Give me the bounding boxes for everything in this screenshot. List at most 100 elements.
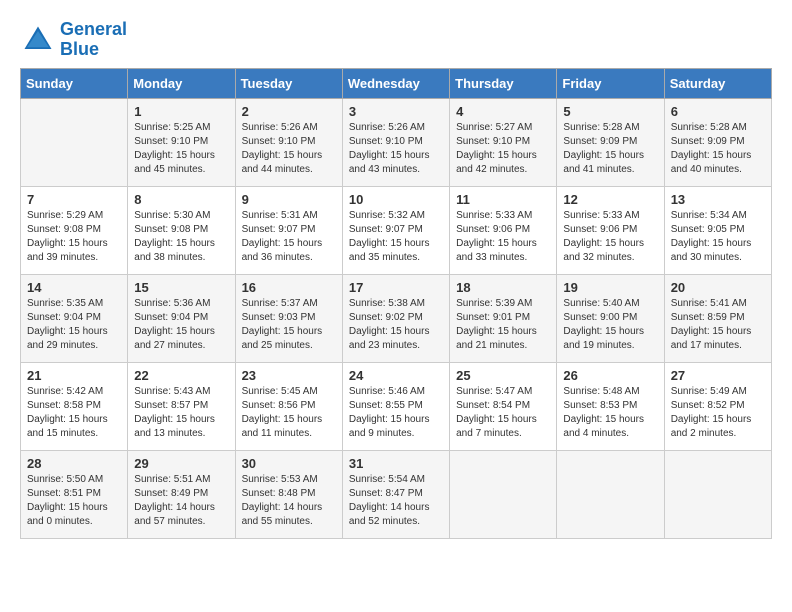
day-number: 22 xyxy=(134,368,228,383)
day-info: Sunrise: 5:28 AM Sunset: 9:09 PM Dayligh… xyxy=(563,121,657,177)
header: General Blue xyxy=(20,20,772,60)
calendar-cell: 23 Sunrise: 5:45 AM Sunset: 8:56 PM Dayli… xyxy=(235,362,342,450)
day-info: Sunrise: 5:42 AM Sunset: 8:58 PM Dayligh… xyxy=(27,385,121,441)
day-info: Sunrise: 5:37 AM Sunset: 9:03 PM Dayligh… xyxy=(242,297,336,353)
day-info: Sunrise: 5:43 AM Sunset: 8:57 PM Dayligh… xyxy=(134,385,228,441)
day-number: 18 xyxy=(456,280,550,295)
calendar-cell: 20 Sunrise: 5:41 AM Sunset: 8:59 PM Dayli… xyxy=(664,274,771,362)
calendar-cell: 28Sunrise: 5:50 AM Sunset: 8:51 PM Dayli… xyxy=(21,450,128,538)
day-number: 29 xyxy=(134,456,228,471)
day-number: 13 xyxy=(671,192,765,207)
calendar-cell: 22 Sunrise: 5:43 AM Sunset: 8:57 PM Dayli… xyxy=(128,362,235,450)
day-number: 24 xyxy=(349,368,443,383)
day-info: Sunrise: 5:25 AM Sunset: 9:10 PM Dayligh… xyxy=(134,121,228,177)
day-info: Sunrise: 5:29 AM Sunset: 9:08 PM Dayligh… xyxy=(27,209,121,265)
day-info: Sunrise: 5:38 AM Sunset: 9:02 PM Dayligh… xyxy=(349,297,443,353)
day-number: 26 xyxy=(563,368,657,383)
day-info: Sunrise: 5:33 AM Sunset: 9:06 PM Dayligh… xyxy=(563,209,657,265)
day-number: 15 xyxy=(134,280,228,295)
day-number: 4 xyxy=(456,104,550,119)
header-thursday: Thursday xyxy=(450,68,557,98)
calendar-cell: 26 Sunrise: 5:48 AM Sunset: 8:53 PM Dayli… xyxy=(557,362,664,450)
calendar-table: SundayMondayTuesdayWednesdayThursdayFrid… xyxy=(20,68,772,539)
day-number: 7 xyxy=(27,192,121,207)
day-number: 31 xyxy=(349,456,443,471)
calendar-cell: 9Sunrise: 5:31 AM Sunset: 9:07 PM Daylig… xyxy=(235,186,342,274)
week-row-3: 14 Sunrise: 5:35 AM Sunset: 9:04 PM Dayli… xyxy=(21,274,772,362)
calendar-cell: 16 Sunrise: 5:37 AM Sunset: 9:03 PM Dayli… xyxy=(235,274,342,362)
header-wednesday: Wednesday xyxy=(342,68,449,98)
calendar-cell: 18 Sunrise: 5:39 AM Sunset: 9:01 PM Dayli… xyxy=(450,274,557,362)
day-number: 20 xyxy=(671,280,765,295)
day-number: 23 xyxy=(242,368,336,383)
day-info: Sunrise: 5:39 AM Sunset: 9:01 PM Dayligh… xyxy=(456,297,550,353)
day-info: Sunrise: 5:26 AM Sunset: 9:10 PM Dayligh… xyxy=(242,121,336,177)
day-number: 2 xyxy=(242,104,336,119)
calendar-cell: 3 Sunrise: 5:26 AM Sunset: 9:10 PM Daylig… xyxy=(342,98,449,186)
calendar-cell: 13Sunrise: 5:34 AM Sunset: 9:05 PM Dayli… xyxy=(664,186,771,274)
day-number: 3 xyxy=(349,104,443,119)
day-info: Sunrise: 5:51 AM Sunset: 8:49 PM Dayligh… xyxy=(134,473,228,529)
calendar-cell: 2 Sunrise: 5:26 AM Sunset: 9:10 PM Daylig… xyxy=(235,98,342,186)
day-info: Sunrise: 5:26 AM Sunset: 9:10 PM Dayligh… xyxy=(349,121,443,177)
day-info: Sunrise: 5:33 AM Sunset: 9:06 PM Dayligh… xyxy=(456,209,550,265)
day-number: 28 xyxy=(27,456,121,471)
day-number: 6 xyxy=(671,104,765,119)
day-number: 10 xyxy=(349,192,443,207)
day-number: 11 xyxy=(456,192,550,207)
calendar-cell: 10 Sunrise: 5:32 AM Sunset: 9:07 PM Dayli… xyxy=(342,186,449,274)
logo: General Blue xyxy=(20,20,127,60)
day-number: 27 xyxy=(671,368,765,383)
calendar-cell: 30 Sunrise: 5:53 AM Sunset: 8:48 PM Dayli… xyxy=(235,450,342,538)
calendar-cell: 12 Sunrise: 5:33 AM Sunset: 9:06 PM Dayli… xyxy=(557,186,664,274)
logo-text: General Blue xyxy=(60,20,127,60)
week-row-2: 7 Sunrise: 5:29 AM Sunset: 9:08 PM Daylig… xyxy=(21,186,772,274)
day-number: 21 xyxy=(27,368,121,383)
calendar-cell: 21 Sunrise: 5:42 AM Sunset: 8:58 PM Dayli… xyxy=(21,362,128,450)
header-sunday: Sunday xyxy=(21,68,128,98)
day-info: Sunrise: 5:41 AM Sunset: 8:59 PM Dayligh… xyxy=(671,297,765,353)
calendar-cell: 5 Sunrise: 5:28 AM Sunset: 9:09 PM Daylig… xyxy=(557,98,664,186)
day-info: Sunrise: 5:49 AM Sunset: 8:52 PM Dayligh… xyxy=(671,385,765,441)
day-number: 1 xyxy=(134,104,228,119)
day-number: 30 xyxy=(242,456,336,471)
calendar-cell: 1 Sunrise: 5:25 AM Sunset: 9:10 PM Daylig… xyxy=(128,98,235,186)
calendar-cell: 29 Sunrise: 5:51 AM Sunset: 8:49 PM Dayli… xyxy=(128,450,235,538)
week-row-4: 21 Sunrise: 5:42 AM Sunset: 8:58 PM Dayli… xyxy=(21,362,772,450)
calendar-cell xyxy=(21,98,128,186)
day-number: 8 xyxy=(134,192,228,207)
calendar-cell: 27 Sunrise: 5:49 AM Sunset: 8:52 PM Dayli… xyxy=(664,362,771,450)
week-row-1: 1 Sunrise: 5:25 AM Sunset: 9:10 PM Daylig… xyxy=(21,98,772,186)
day-info: Sunrise: 5:36 AM Sunset: 9:04 PM Dayligh… xyxy=(134,297,228,353)
week-row-5: 28Sunrise: 5:50 AM Sunset: 8:51 PM Dayli… xyxy=(21,450,772,538)
day-info: Sunrise: 5:53 AM Sunset: 8:48 PM Dayligh… xyxy=(242,473,336,529)
day-info: Sunrise: 5:28 AM Sunset: 9:09 PM Dayligh… xyxy=(671,121,765,177)
calendar-cell xyxy=(664,450,771,538)
day-info: Sunrise: 5:40 AM Sunset: 9:00 PM Dayligh… xyxy=(563,297,657,353)
calendar-cell: 8 Sunrise: 5:30 AM Sunset: 9:08 PM Daylig… xyxy=(128,186,235,274)
day-number: 12 xyxy=(563,192,657,207)
day-info: Sunrise: 5:45 AM Sunset: 8:56 PM Dayligh… xyxy=(242,385,336,441)
calendar-cell: 17 Sunrise: 5:38 AM Sunset: 9:02 PM Dayli… xyxy=(342,274,449,362)
header-row: SundayMondayTuesdayWednesdayThursdayFrid… xyxy=(21,68,772,98)
day-info: Sunrise: 5:32 AM Sunset: 9:07 PM Dayligh… xyxy=(349,209,443,265)
calendar-cell xyxy=(450,450,557,538)
day-info: Sunrise: 5:35 AM Sunset: 9:04 PM Dayligh… xyxy=(27,297,121,353)
day-number: 5 xyxy=(563,104,657,119)
day-number: 14 xyxy=(27,280,121,295)
day-info: Sunrise: 5:46 AM Sunset: 8:55 PM Dayligh… xyxy=(349,385,443,441)
calendar-cell: 19Sunrise: 5:40 AM Sunset: 9:00 PM Dayli… xyxy=(557,274,664,362)
calendar-cell: 15 Sunrise: 5:36 AM Sunset: 9:04 PM Dayli… xyxy=(128,274,235,362)
day-info: Sunrise: 5:54 AM Sunset: 8:47 PM Dayligh… xyxy=(349,473,443,529)
calendar-cell: 7 Sunrise: 5:29 AM Sunset: 9:08 PM Daylig… xyxy=(21,186,128,274)
day-number: 9 xyxy=(242,192,336,207)
day-number: 16 xyxy=(242,280,336,295)
calendar-cell xyxy=(557,450,664,538)
day-number: 17 xyxy=(349,280,443,295)
calendar-cell: 6 Sunrise: 5:28 AM Sunset: 9:09 PM Daylig… xyxy=(664,98,771,186)
calendar-cell: 24 Sunrise: 5:46 AM Sunset: 8:55 PM Dayli… xyxy=(342,362,449,450)
day-info: Sunrise: 5:48 AM Sunset: 8:53 PM Dayligh… xyxy=(563,385,657,441)
calendar-cell: 11 Sunrise: 5:33 AM Sunset: 9:06 PM Dayli… xyxy=(450,186,557,274)
day-info: Sunrise: 5:30 AM Sunset: 9:08 PM Dayligh… xyxy=(134,209,228,265)
calendar-cell: 14 Sunrise: 5:35 AM Sunset: 9:04 PM Dayli… xyxy=(21,274,128,362)
